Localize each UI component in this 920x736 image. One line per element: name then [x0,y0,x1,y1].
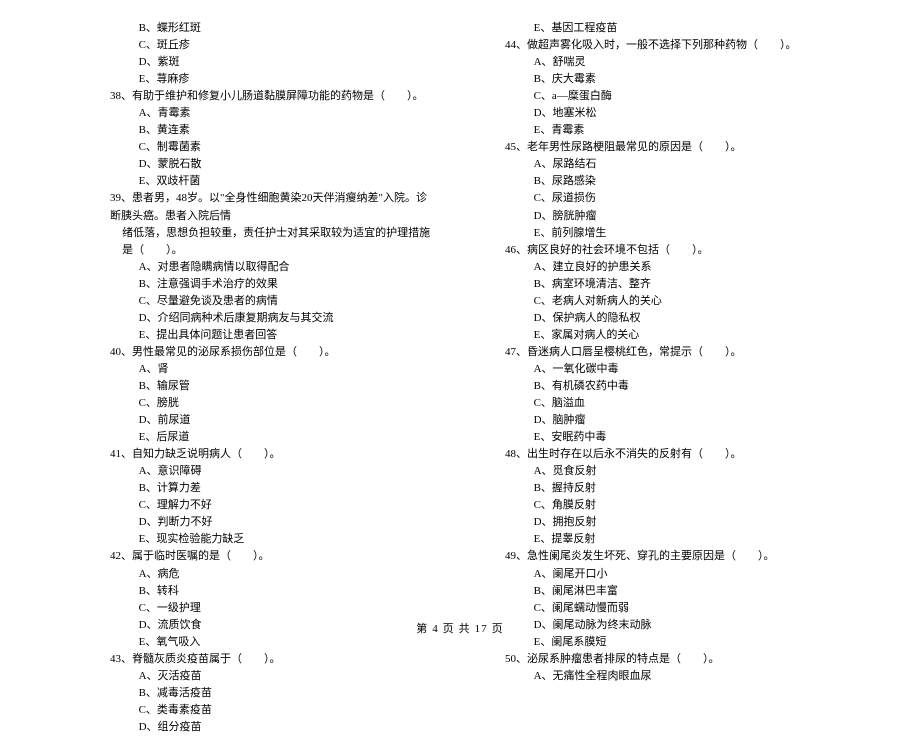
question-text: 46、病区良好的社会环境不包括（ ）。 [505,242,830,259]
option-text: D、脑肿瘤 [505,412,830,429]
option-text: E、阑尾系膜短 [505,634,830,651]
option-text: E、后尿道 [110,429,435,446]
option-text: C、类毒素疫苗 [110,702,435,719]
question-text: 43、脊髓灰质炎疫苗属于（ ）。 [110,651,435,668]
option-text: B、转科 [110,583,435,600]
option-text: E、荨麻疹 [110,71,435,88]
option-text: D、前尿道 [110,412,435,429]
option-text: C、制霉菌素 [110,139,435,156]
question-text: 42、属于临时医嘱的是（ ）。 [110,548,435,565]
option-text: E、氧气吸入 [110,634,435,651]
option-text: C、膀胱 [110,395,435,412]
option-text: A、病危 [110,566,435,583]
option-text: A、无痛性全程肉眼血尿 [505,668,830,685]
option-text: B、减毒活疫苗 [110,685,435,702]
option-text: B、有机磷农药中毒 [505,378,830,395]
question-continuation: 绪低落，思想负担较重，责任护士对其采取较为适宜的护理措施是（ ）。 [110,225,435,259]
option-text: B、输尿管 [110,378,435,395]
option-text: C、角膜反射 [505,497,830,514]
option-text: B、尿路感染 [505,173,830,190]
option-text: E、提出具体问题让患者回答 [110,327,435,344]
option-text: A、尿路结石 [505,156,830,173]
option-text: C、阑尾蠕动慢而弱 [505,600,830,617]
option-text: D、组分疫苗 [110,719,435,736]
option-text: C、尽量避免谈及患者的病情 [110,293,435,310]
option-text: B、蝶形红斑 [110,20,435,37]
option-text: A、阑尾开口小 [505,566,830,583]
option-text: E、安眠药中毒 [505,429,830,446]
option-text: C、a—糜蛋白酶 [505,88,830,105]
option-text: A、肾 [110,361,435,378]
option-text: A、对患者隐瞒病情以取得配合 [110,259,435,276]
option-text: E、家属对病人的关心 [505,327,830,344]
option-text: B、黄连素 [110,122,435,139]
option-text: B、握持反射 [505,480,830,497]
question-text: 41、自知力缺乏说明病人（ ）。 [110,446,435,463]
option-text: B、庆大霉素 [505,71,830,88]
option-text: D、蒙脱石散 [110,156,435,173]
page-footer: 第 4 页 共 17 页 [0,620,920,636]
option-text: C、一级护理 [110,600,435,617]
option-text: D、膀胱肿瘤 [505,208,830,225]
option-text: A、青霉素 [110,105,435,122]
question-text: 39、患者男，48岁。以"全身性细胞黄染20天伴消瘦纳差"入院。诊断胰头癌。患者… [110,190,435,224]
option-text: E、双歧杆菌 [110,173,435,190]
option-text: A、灭活疫苗 [110,668,435,685]
question-text: 47、昏迷病人口唇呈樱桃红色，常提示（ ）。 [505,344,830,361]
option-text: D、保护病人的隐私权 [505,310,830,327]
question-text: 48、出生时存在以后永不消失的反射有（ ）。 [505,446,830,463]
option-text: B、计算力差 [110,480,435,497]
option-text: B、病室环境清洁、整齐 [505,276,830,293]
option-text: A、意识障碍 [110,463,435,480]
option-text: E、现实检验能力缺乏 [110,531,435,548]
option-text: C、斑丘疹 [110,37,435,54]
question-text: 40、男性最常见的泌尿系损伤部位是（ ）。 [110,344,435,361]
option-text: D、地塞米松 [505,105,830,122]
option-text: E、前列腺增生 [505,225,830,242]
option-text: A、舒喘灵 [505,54,830,71]
question-text: 49、急性阑尾炎发生坏死、穿孔的主要原因是（ ）。 [505,548,830,565]
option-text: A、建立良好的护患关系 [505,259,830,276]
option-text: C、尿道损伤 [505,190,830,207]
option-text: B、阑尾淋巴丰富 [505,583,830,600]
option-text: D、紫斑 [110,54,435,71]
question-text: 50、泌尿系肿瘤患者排尿的特点是（ ）。 [505,651,830,668]
option-text: C、脑溢血 [505,395,830,412]
option-text: D、判断力不好 [110,514,435,531]
option-text: D、拥抱反射 [505,514,830,531]
option-text: C、理解力不好 [110,497,435,514]
question-text: 45、老年男性尿路梗阻最常见的原因是（ ）。 [505,139,830,156]
question-text: 44、做超声雾化吸入时，一般不选择下列那种药物（ ）。 [505,37,830,54]
option-text: B、注意强调手术治疗的效果 [110,276,435,293]
option-text: A、觅食反射 [505,463,830,480]
option-text: D、介绍同病种术后康复期病友与其交流 [110,310,435,327]
option-text: C、老病人对新病人的关心 [505,293,830,310]
option-text: E、基因工程疫苗 [505,20,830,37]
option-text: E、提睾反射 [505,531,830,548]
option-text: A、一氧化碳中毒 [505,361,830,378]
option-text: E、青霉素 [505,122,830,139]
question-text: 38、有助于维护和修复小儿肠道黏膜屏障功能的药物是（ ）。 [110,88,435,105]
